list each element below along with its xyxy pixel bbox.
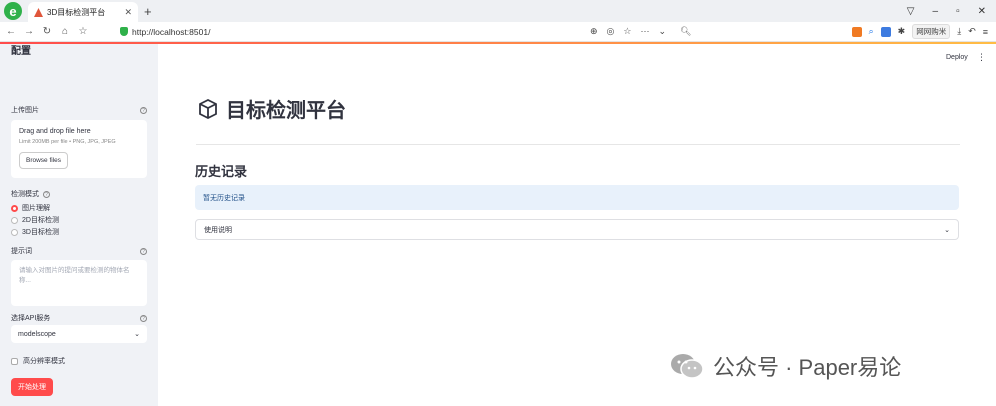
url-text: http://localhost:8501/ xyxy=(132,26,211,37)
browser-addressbar: ← → ↻ ⌂ ☆ http://localhost:8501/ ⊕ ◎ ☆ ·… xyxy=(0,22,996,42)
watermark: 公众号 · Paper易论 xyxy=(669,350,901,382)
help-icon[interactable]: ? xyxy=(140,106,147,114)
page-title: 目标检测平台 xyxy=(196,94,346,123)
dropdown-chevron-icon[interactable]: ⌄ xyxy=(658,26,666,37)
tab-close-icon[interactable]: ✕ xyxy=(124,7,132,18)
api-label-row: 选择API服务 ? xyxy=(11,313,147,323)
upload-label: 上传图片 xyxy=(11,107,39,114)
restore-icon[interactable]: ▫ xyxy=(956,6,960,17)
mode-option-3d-detection[interactable]: 3D目标检测 xyxy=(11,227,59,237)
help-icon[interactable]: ? xyxy=(140,247,147,255)
drag-drop-text: Drag and drop file here xyxy=(19,128,91,135)
reload-icon[interactable]: ↻ xyxy=(40,26,54,37)
api-select-value: modelscope xyxy=(18,330,56,338)
hires-checkbox-row[interactable]: 高分辨率模式 xyxy=(11,356,65,366)
undo-icon[interactable]: ↶ xyxy=(968,26,976,37)
chevron-down-icon: ⌄ xyxy=(134,331,140,338)
start-button[interactable]: 开始处理 xyxy=(11,378,53,396)
empty-history-alert: 暂无历史记录 xyxy=(195,185,959,210)
history-title: 历史记录 xyxy=(195,164,248,179)
upload-label-row: 上传图片 ? xyxy=(11,105,147,115)
search-extension-icon[interactable]: ⌕ xyxy=(869,26,874,37)
mode-option-label: 3D目标检测 xyxy=(22,229,59,236)
api-select[interactable]: modelscope ⌄ xyxy=(11,325,147,343)
mode-option-2d-detection[interactable]: 2D目标检测 xyxy=(11,215,59,225)
hires-label: 高分辨率模式 xyxy=(23,358,65,365)
mode-label-row: 检测模式 ? xyxy=(11,189,50,199)
help-icon[interactable]: ? xyxy=(43,190,50,198)
prompt-label-row: 提示词 ? xyxy=(11,246,147,256)
mode-option-label: 图片理解 xyxy=(22,205,50,212)
api-label: 选择API服务 xyxy=(11,315,51,322)
menu-icon[interactable]: ≡ xyxy=(983,27,988,37)
security-shield-icon xyxy=(120,27,128,36)
watermark-text: 公众号 · Paper易论 xyxy=(713,355,902,380)
prompt-label: 提示词 xyxy=(11,248,32,255)
wechat-logo-icon xyxy=(671,354,704,379)
prompt-textarea[interactable]: 请输入对图片的提问或要检测的物体名称... xyxy=(11,260,147,306)
browse-files-button[interactable]: Browse files xyxy=(19,152,69,169)
upload-limit-text: Limit 200MB per file • PNG, JPG, JPEG xyxy=(19,139,116,145)
cube-icon xyxy=(199,98,217,119)
checkbox[interactable] xyxy=(11,357,18,365)
new-tab-icon[interactable]: + xyxy=(144,4,152,19)
favorite-star-icon[interactable]: ☆ xyxy=(76,26,90,37)
file-uploader[interactable]: Drag and drop file here Limit 200MB per … xyxy=(11,120,147,178)
browser-logo-icon[interactable]: e xyxy=(4,2,22,20)
minimize-icon[interactable]: – xyxy=(933,6,939,17)
extension-icon-2[interactable] xyxy=(880,26,891,37)
radio-selected-icon[interactable] xyxy=(11,204,18,212)
chevron-down-icon: ⌄ xyxy=(944,226,950,234)
location-icon[interactable]: ◎ xyxy=(607,26,615,37)
expander-label: 使用说明 xyxy=(204,226,232,234)
sidebar xyxy=(0,44,158,406)
forward-icon[interactable]: → xyxy=(22,26,36,37)
divider xyxy=(196,144,960,145)
empty-history-text: 暂无历史记录 xyxy=(203,194,245,202)
puzzle-icon[interactable]: ✱ xyxy=(898,26,906,37)
mode-option-image-understanding[interactable]: 图片理解 xyxy=(11,203,50,213)
back-icon[interactable]: ← xyxy=(4,26,18,37)
instructions-expander[interactable]: 使用说明 ⌄ xyxy=(195,219,959,240)
url-field[interactable]: http://localhost:8501/ xyxy=(120,27,580,37)
deploy-button[interactable]: Deploy xyxy=(946,54,968,61)
zoom-icon[interactable]: ⊕ xyxy=(590,26,598,37)
help-icon[interactable]: ? xyxy=(140,314,147,322)
streamlit-favicon-icon xyxy=(34,7,43,17)
main-menu-icon[interactable]: ⋮ xyxy=(977,52,986,63)
mode-option-label: 2D目标检测 xyxy=(22,217,59,224)
more-icon[interactable]: ··· xyxy=(640,26,649,37)
extension-icon-1[interactable] xyxy=(851,26,862,37)
browser-tab[interactable]: 3D目标检测平台 ✕ xyxy=(28,2,138,22)
browser-tabbar: e 3D目标检测平台 ✕ + ▽ – ▫ ✕ xyxy=(0,0,996,22)
sidebar-title: 配置 xyxy=(11,46,31,57)
browser-search-icon[interactable]: 🔍︎ xyxy=(680,26,830,37)
tab-list-icon[interactable]: ▽ xyxy=(907,6,915,17)
download-icon[interactable]: ⤓ xyxy=(957,26,961,37)
mode-label: 检测模式 xyxy=(11,191,39,198)
page-title-text: 目标检测平台 xyxy=(226,100,346,122)
bookmark-star-icon[interactable]: ☆ xyxy=(623,26,631,37)
extension-label[interactable]: 网网购米 xyxy=(912,24,951,39)
home-icon[interactable]: ⌂ xyxy=(58,26,72,37)
close-window-icon[interactable]: ✕ xyxy=(978,6,986,17)
radio-icon[interactable] xyxy=(11,216,18,224)
tab-title: 3D目标检测平台 xyxy=(47,7,106,17)
radio-icon[interactable] xyxy=(11,228,18,236)
